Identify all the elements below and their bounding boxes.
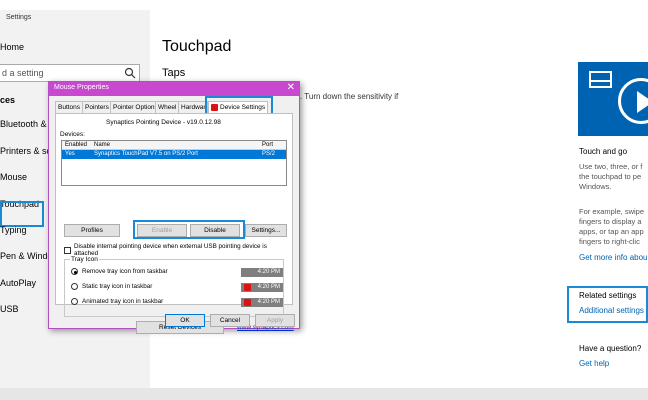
driver-version: Synaptics Pointing Device - v19.0.12.98 <box>106 119 221 126</box>
tray-preview: 4:20 PM <box>241 268 283 277</box>
radio-button[interactable] <box>71 283 78 290</box>
taps-description: . Turn down the sensitivity if <box>300 92 399 101</box>
radio-animated-tray[interactable]: Animated tray icon in taskbar <box>71 298 163 305</box>
more-info-link[interactable]: Get more info abou <box>579 253 647 262</box>
disable-internal-checkbox[interactable] <box>64 246 71 254</box>
table-row[interactable]: Yes Synaptics TouchPad V7.5 on PS/2 Port… <box>62 150 286 159</box>
play-icon[interactable] <box>618 78 648 124</box>
sidebar-item-mouse[interactable]: Mouse <box>0 172 27 182</box>
description-1: Use two, three, or f the touchpad to pe … <box>579 162 643 191</box>
checkbox-label: Disable internal pointing device when ex… <box>73 243 267 257</box>
tab-wheel[interactable]: Wheel <box>155 101 180 113</box>
related-settings-heading: Related settings <box>579 291 637 300</box>
tab-hardware[interactable]: Hardware <box>178 101 208 113</box>
radio-static-tray[interactable]: Static tray icon in taskbar <box>71 283 152 290</box>
tab-pointer-options[interactable]: Pointer Options <box>110 101 161 113</box>
bottom-strip <box>0 388 648 400</box>
section-heading: ces <box>0 95 16 105</box>
search-placeholder: d a setting <box>2 68 44 78</box>
taps-heading: Taps <box>162 67 186 79</box>
mouse-properties-dialog: Mouse Properties ✕ Buttons Pointers Poin… <box>48 81 300 334</box>
dialog-title: Mouse Properties <box>54 84 109 91</box>
table-header: Enabled Name Port <box>62 141 286 150</box>
dialog-titlebar[interactable]: Mouse Properties ✕ <box>49 82 299 96</box>
search-input[interactable]: d a setting <box>0 64 140 82</box>
app-title: Settings <box>6 14 32 21</box>
close-icon[interactable]: ✕ <box>287 82 295 93</box>
get-help-link[interactable]: Get help <box>579 359 609 368</box>
tray-icon <box>244 284 251 291</box>
sidebar-item-label: Pen & Windo <box>0 251 53 261</box>
sidebar-item-label: Mouse <box>0 172 28 182</box>
sidebar-item-label: AutoPlay <box>0 278 37 288</box>
additional-settings-link[interactable]: Additional settings <box>579 306 644 315</box>
tray-preview: 4:20 PM <box>241 298 283 307</box>
nav-home[interactable]: Home <box>0 42 24 52</box>
sidebar-item-label: Typing <box>0 225 27 235</box>
question-heading: Have a question? <box>579 344 642 353</box>
tray-icon-label: Tray Icon <box>70 256 99 263</box>
tab-buttons[interactable]: Buttons <box>55 101 84 113</box>
selected-highlight <box>0 201 44 227</box>
sidebar-item-label: USB <box>0 304 19 314</box>
tray-icon-group: Tray Icon Remove tray icon from taskbar … <box>64 256 284 317</box>
devices-label: Devices: <box>60 131 85 138</box>
cancel-button[interactable]: Cancel <box>210 314 250 327</box>
enable-disable-highlight <box>133 220 245 239</box>
sidebar-item-usb[interactable]: USB <box>0 304 19 314</box>
radio-button[interactable] <box>71 298 78 305</box>
settings-button[interactable]: Settings... <box>245 224 287 237</box>
sidebar-item-bluetooth[interactable]: Bluetooth & o <box>0 119 54 129</box>
page-title: Touchpad <box>162 38 232 55</box>
search-icon[interactable] <box>124 67 136 79</box>
sidebar-item-label: Bluetooth & o <box>0 119 55 129</box>
device-settings-panel: Synaptics Pointing Device - v19.0.12.98 … <box>55 113 294 334</box>
disable-internal-checkbox-row[interactable]: Disable internal pointing device when ex… <box>64 243 292 257</box>
radio-button[interactable] <box>71 268 78 275</box>
sidebar-item-autoplay[interactable]: AutoPlay <box>0 278 36 288</box>
video-thumbnail[interactable] <box>578 62 648 136</box>
top-strip <box>0 0 648 10</box>
sidebar-item-typing[interactable]: Typing <box>0 225 27 235</box>
description-2: For example, swipe fingers to display a … <box>579 207 645 246</box>
profiles-button[interactable]: Profiles <box>64 224 120 237</box>
ok-button[interactable]: OK <box>165 314 205 327</box>
touchpad-icon <box>589 71 612 88</box>
tray-preview: 4:20 PM <box>241 283 283 292</box>
sidebar-item-pen[interactable]: Pen & Windo <box>0 251 53 261</box>
tray-icon <box>244 299 251 306</box>
radio-remove-tray[interactable]: Remove tray icon from taskbar <box>71 268 168 275</box>
apply-button[interactable]: Apply <box>255 314 295 327</box>
touch-and-go-heading: Touch and go <box>579 147 628 156</box>
tab-pointers[interactable]: Pointers <box>82 101 112 113</box>
devices-table[interactable]: Enabled Name Port Yes Synaptics TouchPad… <box>61 140 287 186</box>
